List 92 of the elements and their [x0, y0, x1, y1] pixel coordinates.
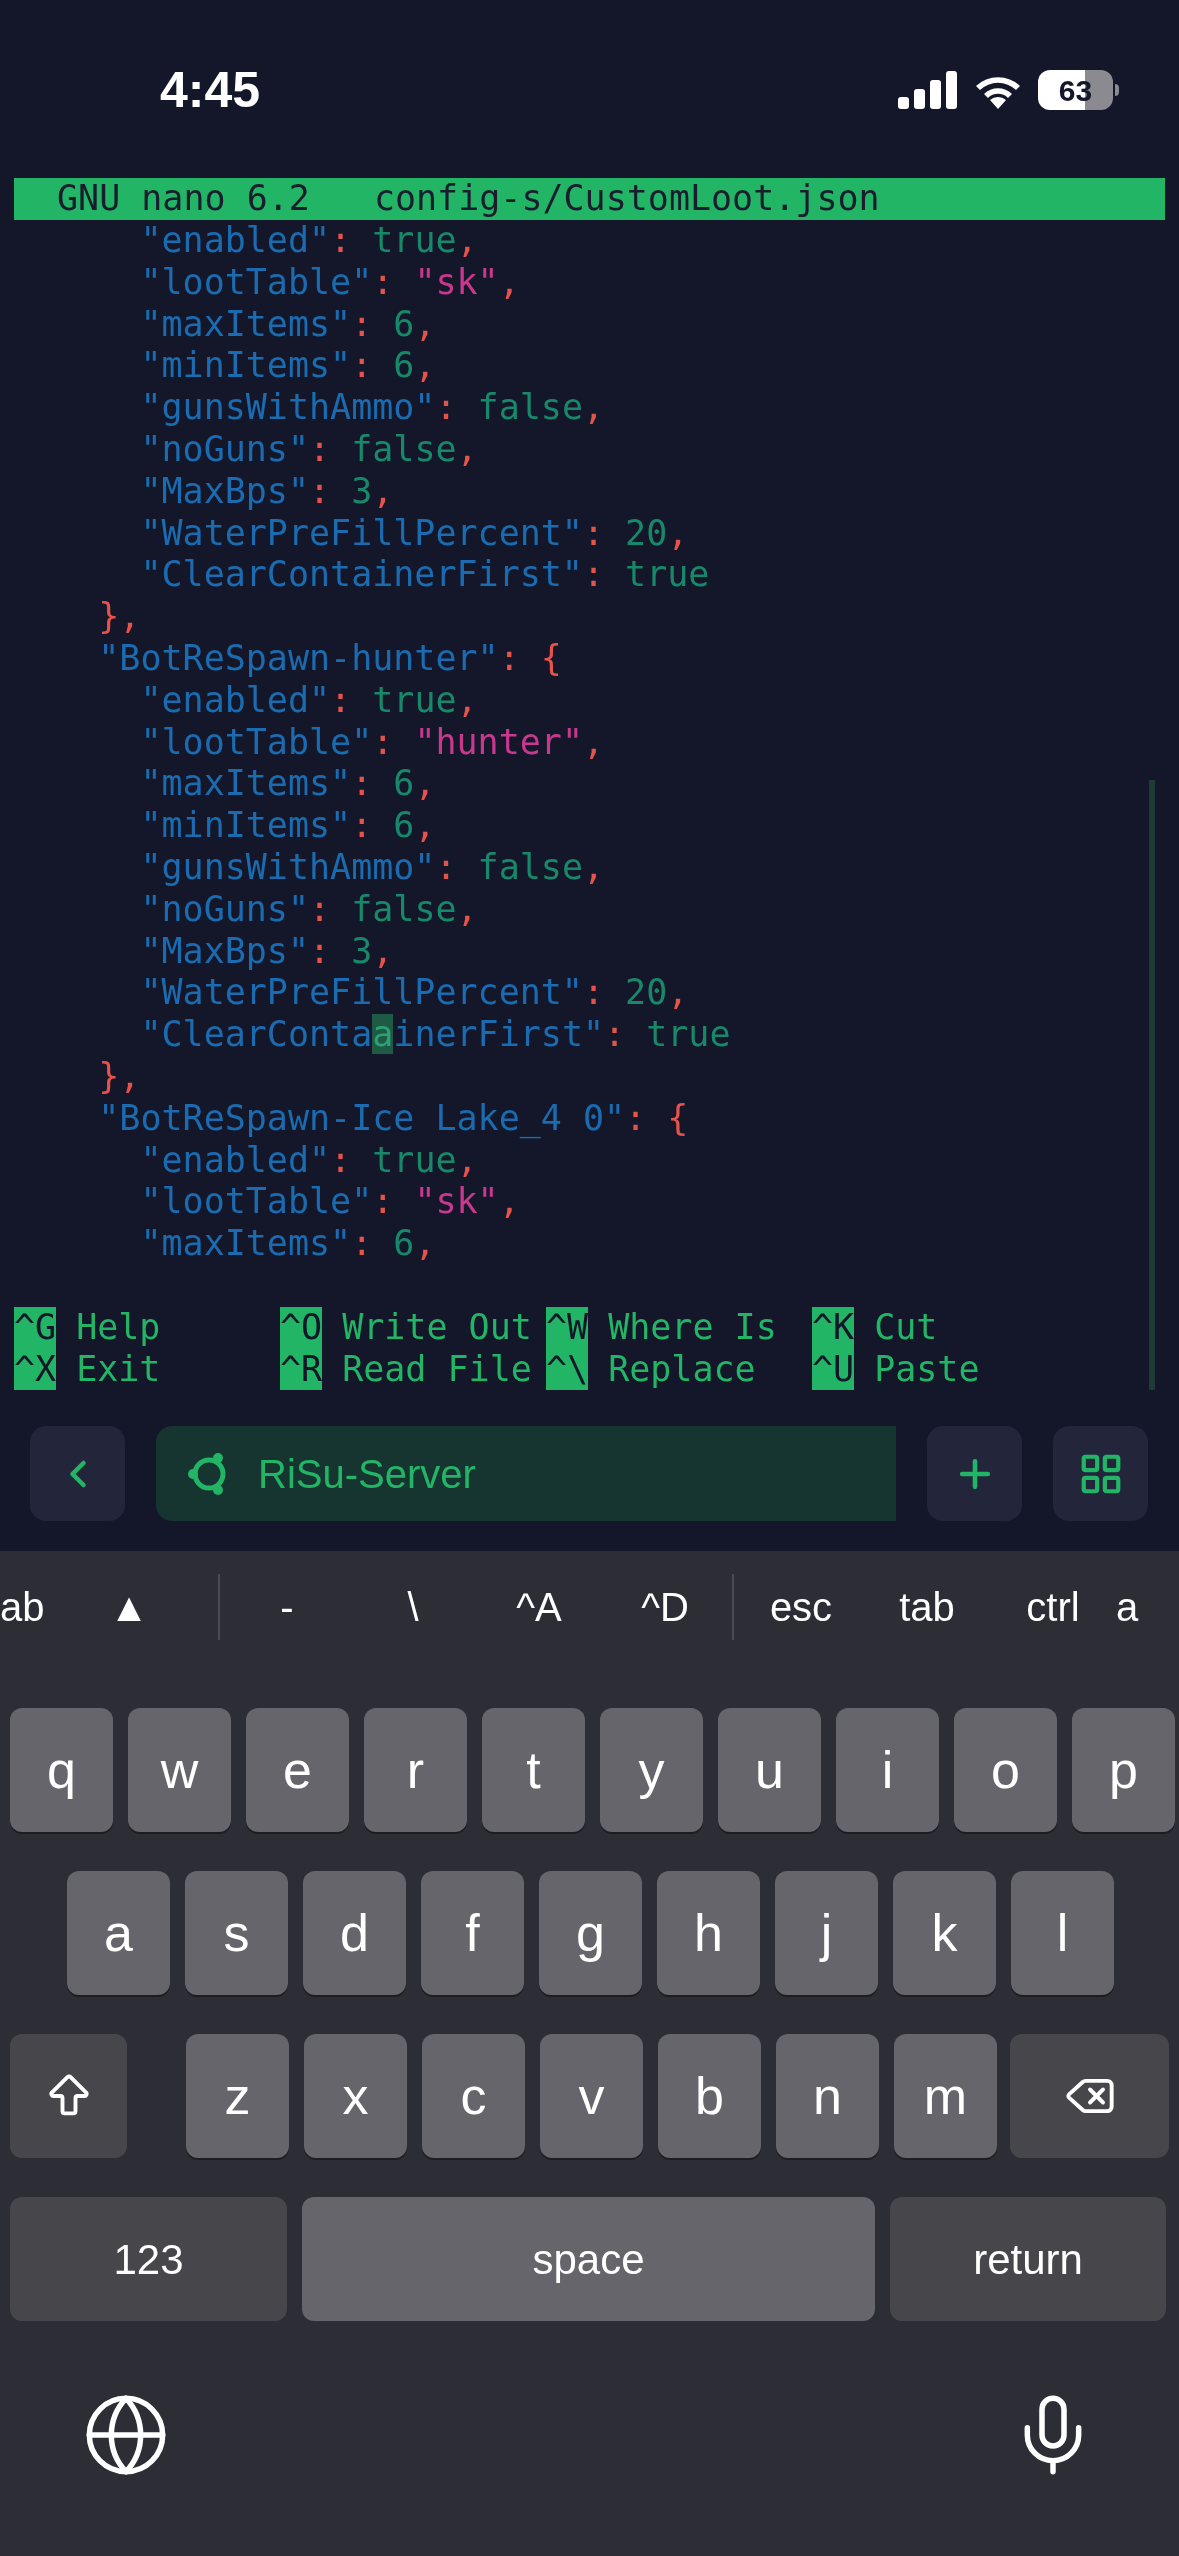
shortcut-label: Paste: [874, 1348, 980, 1391]
code-line: "minItems": 6,: [139, 805, 437, 847]
code-line: "lootTable": "hunter",: [139, 721, 606, 764]
keyboard-key[interactable]: s: [185, 1871, 288, 1996]
code-line: "BotReSpawn-hunter": {: [97, 637, 563, 680]
return-key[interactable]: return: [890, 2197, 1166, 2322]
code-line: "noGuns": false,: [139, 888, 479, 931]
space-key[interactable]: space: [302, 2197, 875, 2322]
accessory-key[interactable]: ^A: [476, 1577, 602, 1638]
editor-name: GNU nano 6.2: [57, 178, 310, 220]
keyboard-key[interactable]: f: [421, 1871, 524, 1996]
keyboard-key[interactable]: v: [540, 2034, 643, 2159]
keyboard-key[interactable]: l: [1011, 1871, 1114, 1996]
battery-indicator: 63: [1038, 70, 1119, 110]
accessory-key[interactable]: ctrl: [990, 1577, 1116, 1638]
keyboard-key[interactable]: u: [718, 1708, 821, 1833]
delete-key[interactable]: [1010, 2034, 1169, 2159]
status-time: 4:45: [160, 60, 261, 120]
add-button[interactable]: [927, 1426, 1022, 1522]
keyboard-key[interactable]: r: [364, 1708, 467, 1833]
keyboard-key[interactable]: g: [539, 1871, 642, 1996]
keyboard-key[interactable]: w: [128, 1708, 231, 1833]
accessory-key[interactable]: ▲: [44, 1577, 214, 1638]
keyboard-key[interactable]: x: [304, 2034, 407, 2159]
shortcut-key: ^O: [280, 1306, 323, 1349]
code-line: "enabled": true,: [139, 220, 479, 262]
keyboard-key[interactable]: i: [836, 1708, 939, 1833]
accessory-key[interactable]: ^D: [602, 1577, 728, 1638]
session-name: RiSu-Server: [258, 1450, 476, 1498]
code-line: },: [97, 596, 142, 638]
code-line: "ClearContainerFirst": true: [139, 554, 711, 597]
shortcut-key: ^K: [812, 1306, 855, 1349]
shortcut-label: Replace: [608, 1348, 756, 1391]
shortcut-key: ^G: [14, 1306, 57, 1349]
shortcut-key: ^U: [812, 1348, 855, 1391]
code-line: "gunsWithAmmo": false,: [139, 846, 606, 889]
code-line: "maxItems": 6,: [139, 303, 437, 346]
keyboard-key[interactable]: k: [893, 1871, 996, 1996]
code-line: "enabled": true,: [139, 1139, 479, 1182]
code-line: "enabled": true,: [139, 679, 479, 722]
code-line: "maxItems": 6,: [139, 1223, 437, 1265]
shortcut-key: ^W: [546, 1306, 589, 1349]
shift-key[interactable]: [10, 2034, 127, 2159]
session-tab[interactable]: RiSu-Server: [156, 1426, 896, 1522]
shortcut-label: Cut: [874, 1306, 938, 1349]
signal-icon: [898, 71, 958, 109]
keyboard-key[interactable]: n: [776, 2034, 879, 2159]
keyboard-key[interactable]: j: [775, 1871, 878, 1996]
accessory-key[interactable]: ab: [0, 1577, 44, 1638]
keyboard-key[interactable]: y: [600, 1708, 703, 1833]
code-line: "minItems": 6,: [139, 345, 437, 388]
accessory-key[interactable]: \: [350, 1577, 476, 1638]
keyboard-key[interactable]: t: [482, 1708, 585, 1833]
keyboard-key[interactable]: c: [422, 2034, 525, 2159]
accessory-key[interactable]: a: [1116, 1577, 1156, 1638]
shortcut-label: Help: [76, 1306, 161, 1349]
keyboard-key[interactable]: z: [186, 2034, 289, 2159]
shortcut-key: ^X: [14, 1348, 57, 1391]
accessory-key[interactable]: -: [224, 1577, 350, 1638]
keyboard-key[interactable]: m: [894, 2034, 997, 2159]
shortcut-label: Write Out: [342, 1306, 532, 1349]
file-name: config-s/CustomLoot.json: [373, 178, 880, 220]
keyboard-key[interactable]: b: [658, 2034, 761, 2159]
code-line: "MaxBps": 3,: [139, 470, 395, 513]
keyboard-key[interactable]: q: [10, 1708, 113, 1833]
scrollbar-thumb[interactable]: [1149, 780, 1155, 1391]
keyboard-key[interactable]: e: [246, 1708, 349, 1833]
code-line: "WaterPreFillPercent": 20,: [139, 512, 690, 555]
shortcut-label: Exit: [76, 1348, 161, 1391]
code-line: "BotReSpawn-Ice Lake_4 0": {: [97, 1097, 690, 1140]
grid-button[interactable]: [1053, 1426, 1148, 1522]
code-line: },: [97, 1055, 142, 1098]
numbers-key[interactable]: 123: [10, 2197, 287, 2322]
keyboard-key[interactable]: p: [1072, 1708, 1175, 1833]
code-line: "WaterPreFillPercent": 20,: [139, 972, 690, 1015]
code-line: "ClearContaainerFirst": true: [139, 1014, 732, 1056]
accessory-key[interactable]: esc: [738, 1577, 864, 1638]
code-line: "noGuns": false,: [139, 429, 479, 471]
code-line: "gunsWithAmmo": false,: [139, 387, 606, 429]
code-line: "lootTable": "sk",: [139, 261, 521, 304]
shortcut-label: Where Is: [608, 1306, 777, 1349]
shortcut-key: ^\: [546, 1348, 589, 1391]
keyboard-key[interactable]: d: [303, 1871, 406, 1996]
code-line: "maxItems": 6,: [139, 763, 437, 806]
code-line: "MaxBps": 3,: [139, 930, 395, 973]
accessory-key[interactable]: tab: [864, 1577, 990, 1638]
shortcut-key: ^R: [280, 1348, 323, 1391]
shortcut-label: Read File: [342, 1348, 532, 1391]
keyboard-key[interactable]: a: [67, 1871, 170, 1996]
keyboard-key[interactable]: o: [954, 1708, 1057, 1833]
keyboard-key[interactable]: h: [657, 1871, 760, 1996]
code-line: "lootTable": "sk",: [139, 1181, 521, 1224]
